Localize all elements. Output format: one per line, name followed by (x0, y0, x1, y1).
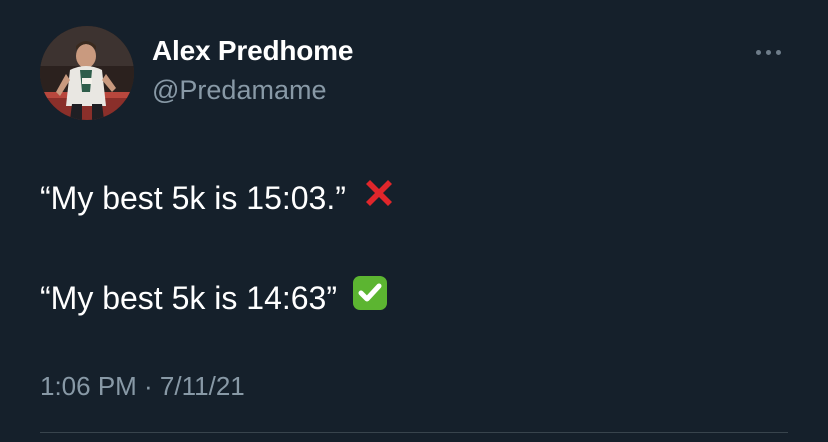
tweet-text-line: “My best 5k is 14:63” (40, 274, 389, 321)
tweet-text-line: “My best 5k is 15:03.” (40, 174, 398, 221)
avatar[interactable] (40, 26, 134, 120)
tweet-text: “My best 5k is 14:63” (40, 279, 337, 316)
tweet-timestamp[interactable]: 1:06 PM · 7/11/21 (40, 370, 245, 402)
author-handle[interactable]: @Predamame (152, 74, 353, 106)
more-options-button[interactable] (748, 40, 788, 64)
author-display-name[interactable]: Alex Predhome (152, 34, 353, 68)
red-cross-mark-icon (360, 174, 398, 221)
tweet-text: “My best 5k is 15:03.” (40, 179, 346, 216)
green-check-mark-icon (351, 274, 389, 321)
more-options-icon (755, 49, 761, 55)
tweet-card: Alex Predhome @Predamame “My best 5k is … (0, 0, 828, 442)
divider (40, 432, 788, 433)
author-info: Alex Predhome @Predamame (152, 34, 353, 106)
avatar-photo (40, 26, 134, 120)
